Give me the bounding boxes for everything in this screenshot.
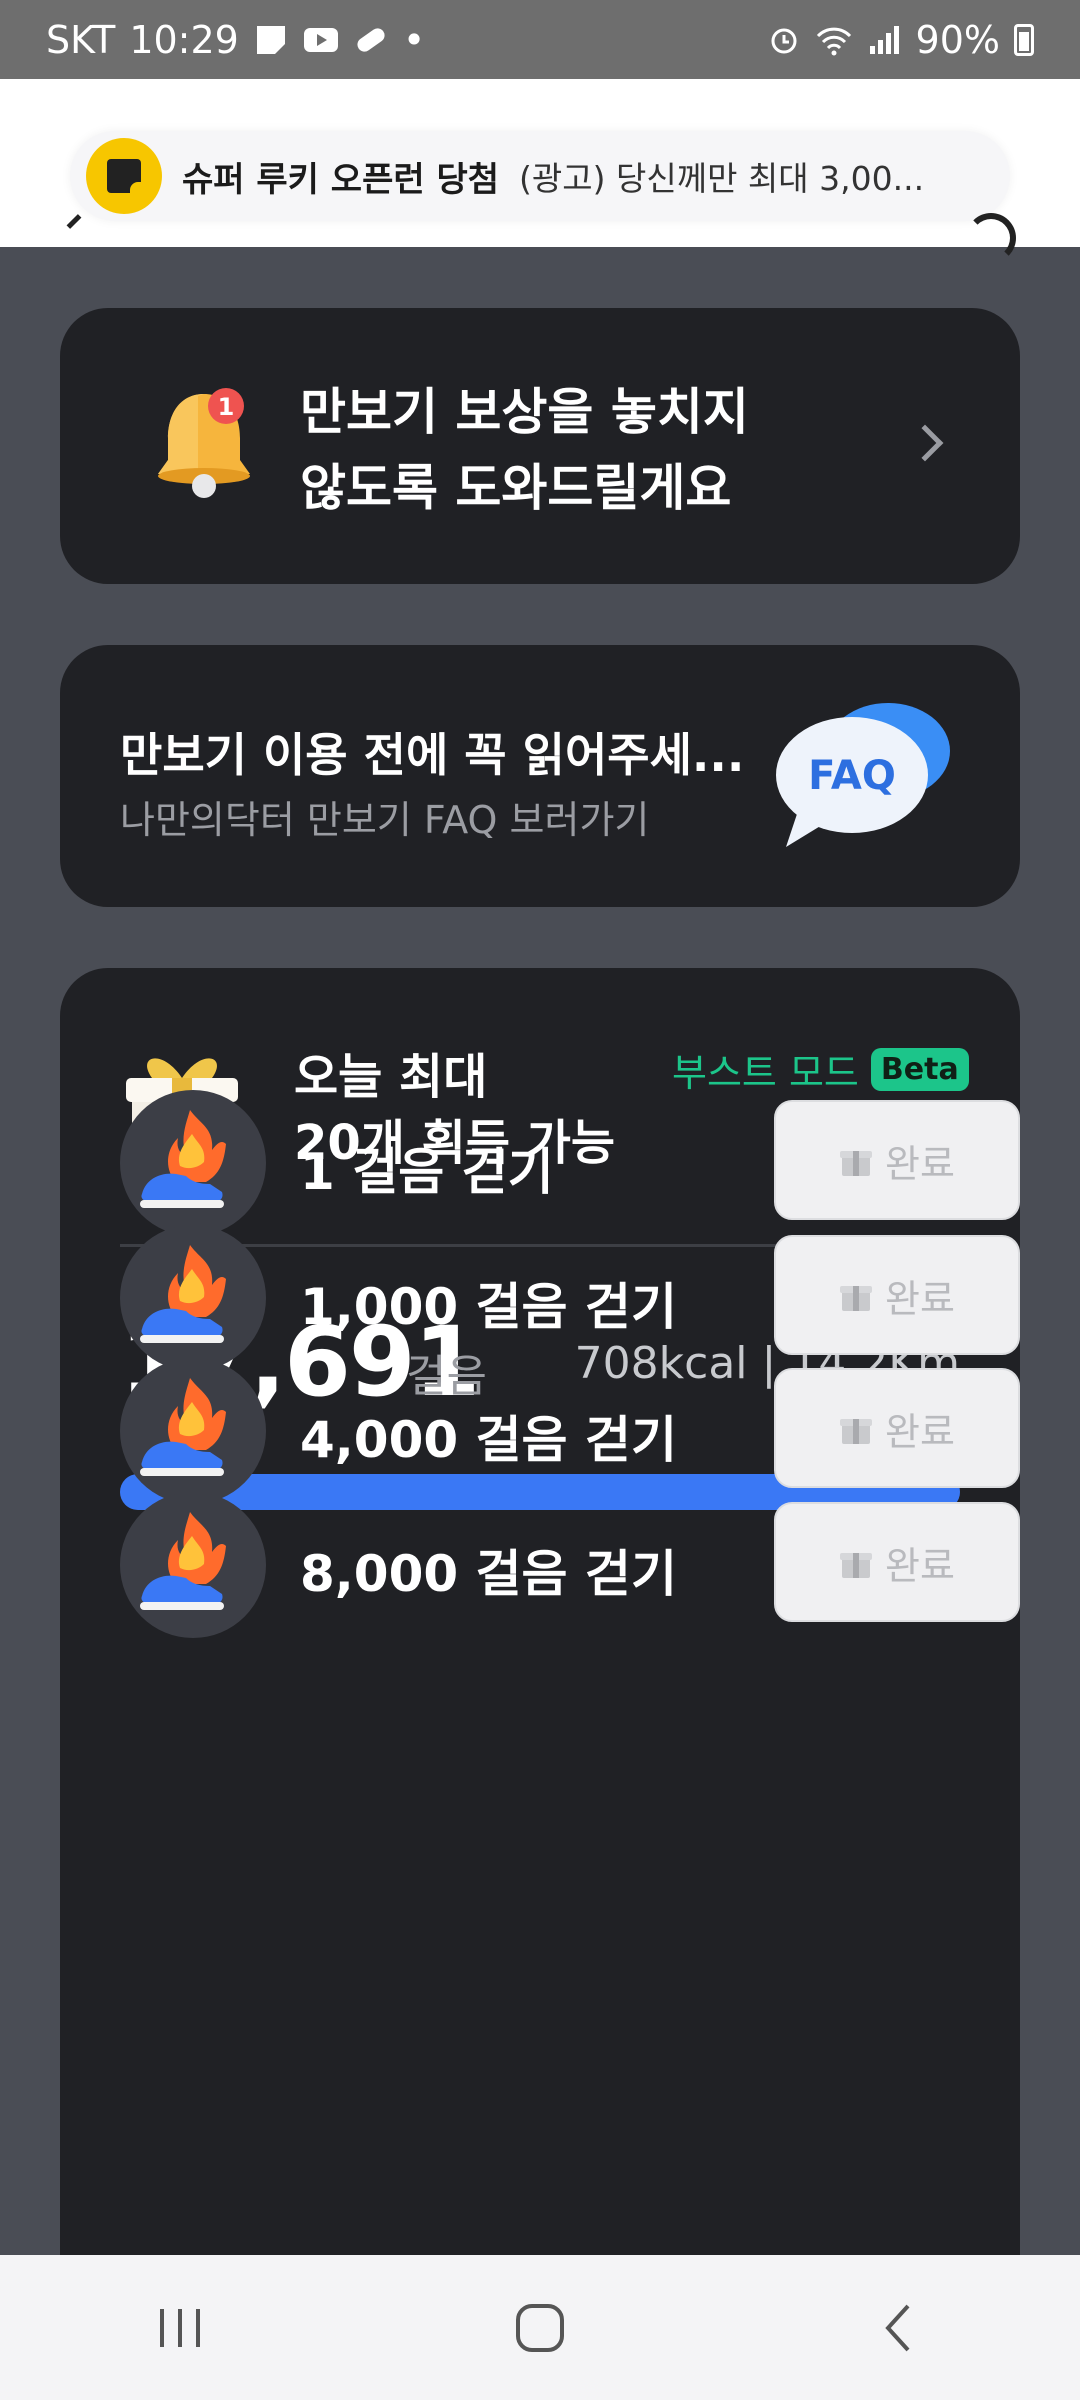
alarm-icon — [771, 28, 797, 53]
boost-mode-label: 부스트 모드 — [672, 1051, 859, 1095]
more-notifications-dot: • — [402, 17, 426, 62]
gift-icon — [840, 1151, 873, 1176]
back-button[interactable] — [840, 2283, 960, 2373]
running-shoe-icon — [120, 1225, 266, 1371]
ad-brand: 슈퍼 루키 오픈런 당첨 — [182, 159, 500, 200]
mission-label: 8,000 걸음 걷기 — [300, 1545, 677, 1603]
ad-logo-icon — [86, 138, 162, 214]
mission-button-label: 완료 — [885, 1141, 955, 1186]
youtube-icon — [303, 27, 338, 52]
mission-complete-button[interactable]: 완료 — [774, 1368, 1020, 1488]
faq-icon-text: FAQ — [808, 753, 896, 799]
mission-complete-button[interactable]: 완료 — [774, 1235, 1020, 1355]
pill-icon — [357, 27, 385, 52]
ad-refresh-icon — [966, 213, 1016, 263]
boost-mode-label-group: 부스트 모드 Beta — [672, 1042, 969, 1097]
ad-corner-mark — [66, 214, 82, 229]
chevron-right-icon — [906, 424, 944, 462]
mission-row: 8,000 걸음 걷기 완료 — [120, 1492, 1020, 1638]
gift-icon — [840, 1419, 873, 1444]
mission-complete-button[interactable]: 완료 — [774, 1100, 1020, 1220]
carrier-label: SKT — [46, 17, 116, 62]
system-nav-bar — [0, 2255, 1080, 2400]
home-icon — [516, 2303, 564, 2352]
note-icon — [256, 25, 285, 54]
mission-row: 4,000 걸음 걷기 완료 — [120, 1358, 1020, 1504]
faq-card[interactable]: 만보기 이용 전에 꼭 읽어주세... 나만의닥터 만보기 FAQ 보러가기 F… — [60, 645, 1020, 907]
notification-text: 만보기 보상을 놓치지 않도록 도와드릴게요 — [300, 374, 749, 526]
ad-pill[interactable]: 슈퍼 루키 오픈런 당첨 (광고) 당신께만 최대 3,00... — [70, 131, 1010, 221]
running-shoe-icon — [120, 1492, 266, 1638]
mission-button-label: 완료 — [885, 1276, 955, 1321]
clock: 10:29 — [129, 17, 239, 62]
battery-icon — [1014, 23, 1034, 56]
gift-icon — [840, 1553, 873, 1578]
notification-card[interactable]: 1 만보기 보상을 놓치지 않도록 도와드릴게요 — [60, 308, 1020, 584]
gift-icon — [840, 1286, 873, 1311]
mission-row: 1 걸음 걷기 완료 — [120, 1090, 1020, 1236]
recents-button[interactable] — [120, 2283, 240, 2373]
mission-button-label: 완료 — [885, 1543, 955, 1588]
notification-line-1: 만보기 보상을 놓치지 — [300, 383, 749, 441]
wifi-icon — [816, 27, 851, 55]
beta-badge: Beta — [870, 1048, 969, 1091]
ad-banner[interactable]: 슈퍼 루키 오픈런 당첨 (광고) 당신께만 최대 3,00... — [0, 79, 1080, 263]
recents-icon — [160, 2308, 200, 2347]
mission-row: 1,000 걸음 걷기 완료 — [120, 1225, 1020, 1371]
faq-subtitle: 나만의닥터 만보기 FAQ 보러가기 — [120, 798, 650, 842]
ad-text: (광고) 당신께만 최대 3,00... — [519, 159, 925, 198]
faq-title: 만보기 이용 전에 꼭 읽어주세... — [120, 728, 745, 782]
bell-icon: 1 — [158, 388, 250, 498]
notification-line-2: 않도록 도와드릴게요 — [300, 459, 732, 517]
signal-icon — [869, 25, 899, 54]
bell-badge-count: 1 — [218, 393, 235, 421]
reward-card: 20 오늘 최대 20개 획득 가능 부스트 모드 Beta 17,691 걸음… — [60, 968, 1020, 2400]
home-button[interactable] — [480, 2283, 600, 2373]
faq-bubble-icon: FAQ — [776, 703, 950, 847]
app-screen: { "status_bar": { "carrier": "SKT", "tim… — [0, 0, 1080, 2400]
mission-complete-button[interactable]: 완료 — [774, 1502, 1020, 1622]
status-bar: SKT 10:29 • 90% — [0, 0, 1080, 79]
mission-label: 4,000 걸음 걷기 — [300, 1411, 677, 1469]
mission-label: 1,000 걸음 걷기 — [300, 1278, 677, 1336]
back-icon — [885, 2304, 910, 2351]
mission-button-label: 완료 — [885, 1409, 955, 1454]
running-shoe-icon — [120, 1090, 266, 1236]
running-shoe-icon — [120, 1358, 266, 1504]
mission-label: 1 걸음 걷기 — [300, 1143, 554, 1201]
battery-percent: 90% — [915, 17, 1000, 62]
